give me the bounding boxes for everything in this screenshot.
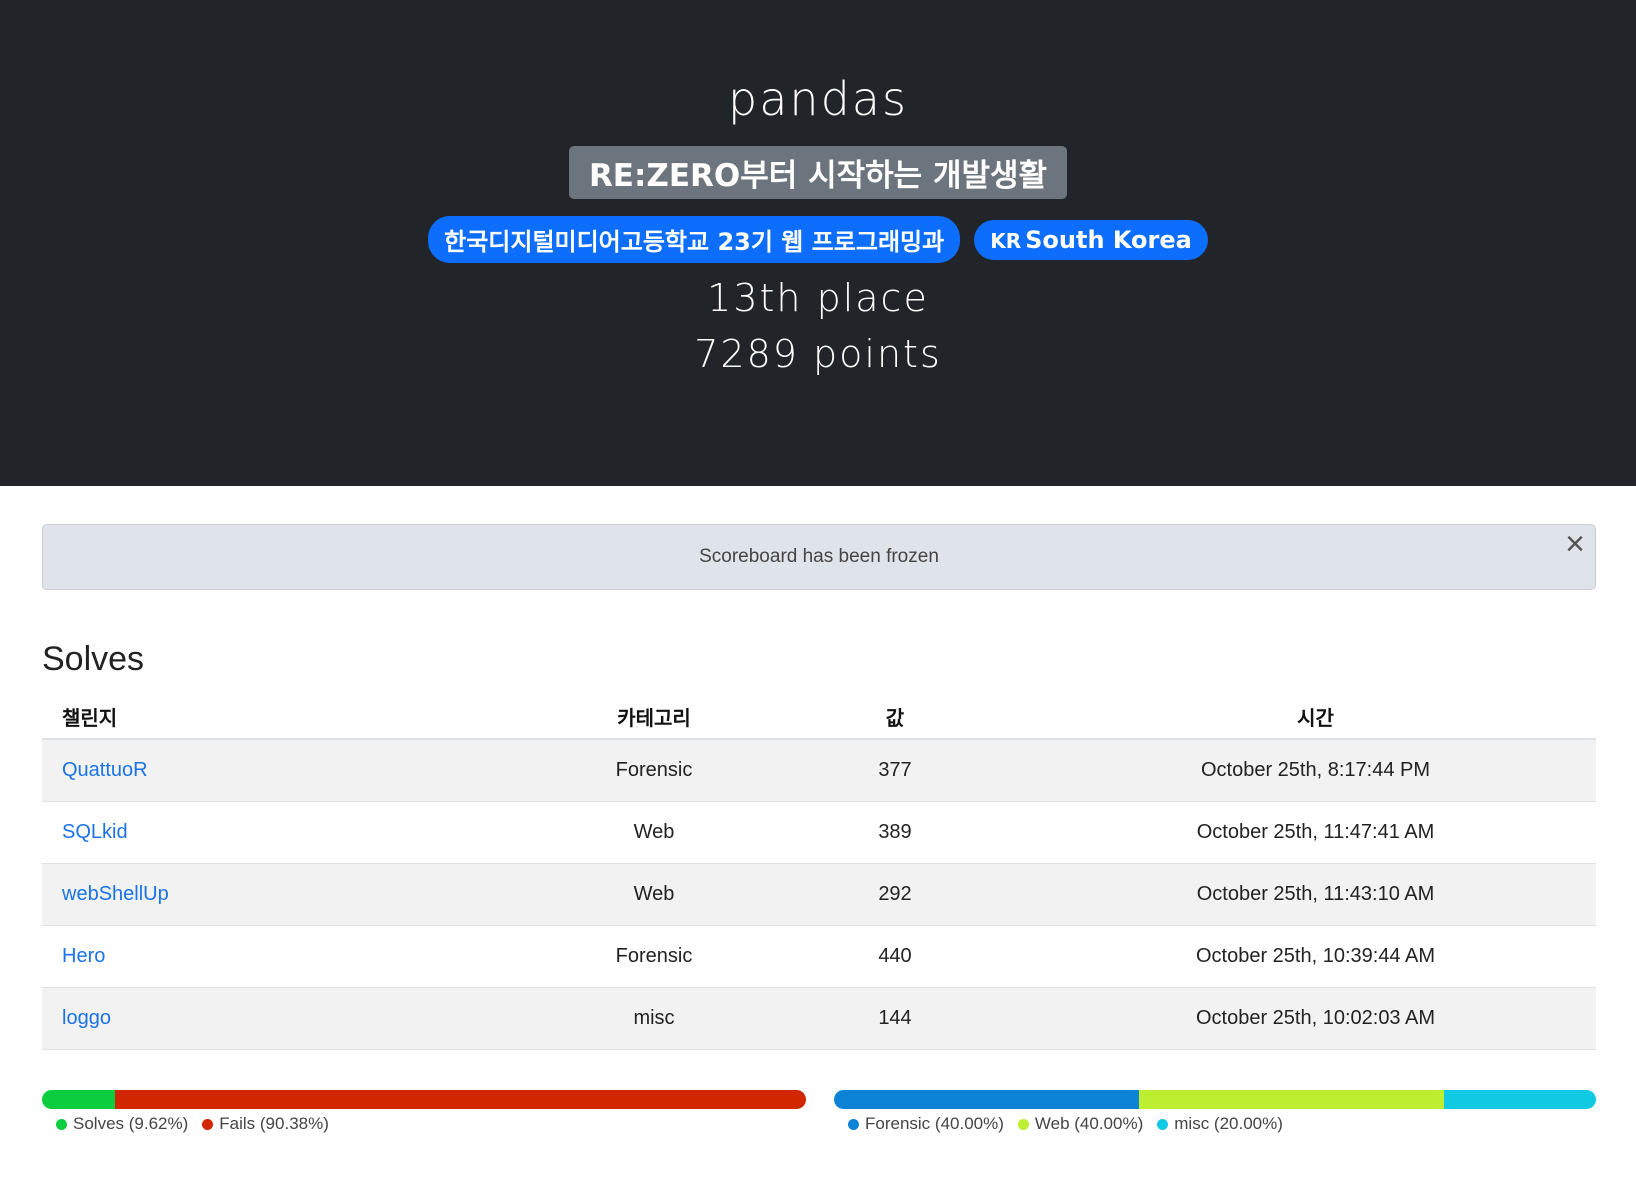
table-row: SQLkid Web 389 October 25th, 11:47:41 AM (42, 801, 1596, 864)
challenge-link[interactable]: Hero (62, 945, 105, 967)
value-cell: 144 (755, 987, 1035, 1050)
time-cell: October 25th, 11:43:10 AM (1035, 863, 1596, 926)
table-row: QuattuoR Forensic 377 October 25th, 8:17… (42, 739, 1596, 802)
team-points: 7289 points (694, 332, 942, 376)
table-header-row: 챌린지 카테고리 값 시간 (42, 694, 1596, 740)
category-breakdown-bar (834, 1090, 1596, 1109)
country-badge: KR South Korea (974, 219, 1208, 260)
legend-label: Fails (90.38%) (219, 1114, 329, 1133)
header-challenge: 챌린지 (42, 694, 553, 740)
time-cell: October 25th, 10:39:44 AM (1035, 925, 1596, 988)
solves-heading: Solves (42, 640, 145, 678)
frozen-alert: Scoreboard has been frozen × (42, 524, 1596, 590)
school-badge: 한국디지털미디어고등학교 23기 웹 프로그래밍과 (428, 216, 961, 263)
category-cell: Web (553, 863, 755, 926)
time-cell: October 25th, 11:47:41 AM (1035, 801, 1596, 864)
legend-item[interactable]: Fails (90.38%) (202, 1114, 329, 1134)
legend-label: misc (20.00%) (1174, 1114, 1283, 1133)
value-cell: 377 (755, 739, 1035, 802)
legend-dot-icon (848, 1118, 859, 1130)
value-cell: 292 (755, 863, 1035, 926)
category-bar-segment (1443, 1090, 1596, 1109)
challenge-link[interactable]: SQLkid (62, 821, 128, 843)
header-category: 카테고리 (553, 694, 755, 740)
legend-item[interactable]: Forensic (40.00%) (848, 1114, 1004, 1134)
header-time: 시간 (1035, 694, 1596, 740)
team-name: pandas (728, 72, 908, 126)
legend-label: Web (40.00%) (1034, 1114, 1144, 1133)
header-value: 값 (755, 694, 1035, 740)
country-flag-icon: KR (990, 228, 1022, 253)
team-affiliation-badge: RE:ZERO부터 시작하는 개발생활 (568, 146, 1068, 199)
legend-item[interactable]: misc (20.00%) (1157, 1114, 1283, 1134)
legend-dot-icon (1157, 1118, 1169, 1130)
category-cell: Forensic (553, 739, 755, 802)
table-row: loggo misc 144 October 25th, 10:02:03 AM (42, 987, 1596, 1050)
legend-dot-icon (202, 1118, 214, 1130)
solve-bar-segment (115, 1090, 806, 1109)
solve-bar-segment (42, 1090, 116, 1109)
category-cell: misc (553, 987, 755, 1050)
team-place: 13th place (707, 276, 929, 320)
solves-table: 챌린지 카테고리 값 시간 QuattuoR Forensic 377 Octo… (42, 694, 1596, 1050)
legend-item[interactable]: Solves (9.62%) (56, 1114, 188, 1134)
category-cell: Forensic (553, 925, 755, 988)
legend-label: Forensic (40.00%) (865, 1114, 1004, 1133)
close-icon[interactable]: × (1565, 527, 1585, 561)
alert-message: Scoreboard has been frozen (699, 546, 939, 567)
category-bar-segment (834, 1090, 1139, 1109)
team-header: pandas RE:ZERO부터 시작하는 개발생활 한국디지털미디어고등학교 … (0, 0, 1636, 486)
solve-percentage-legend: Solves (9.62%) Fails (90.38%) (56, 1114, 329, 1134)
time-cell: October 25th, 8:17:44 PM (1035, 739, 1596, 802)
legend-dot-icon (1017, 1118, 1029, 1130)
time-cell: October 25th, 10:02:03 AM (1035, 987, 1596, 1050)
value-cell: 440 (755, 925, 1035, 988)
category-breakdown-legend: Forensic (40.00%) Web (40.00%) misc (20.00… (848, 1114, 1283, 1134)
value-cell: 389 (755, 801, 1035, 864)
category-cell: Web (553, 801, 755, 864)
legend-label: Solves (9.62%) (73, 1114, 189, 1133)
table-row: webShellUp Web 292 October 25th, 11:43:1… (42, 863, 1596, 926)
solve-percentage-bar (42, 1090, 806, 1109)
table-row: Hero Forensic 440 October 25th, 10:39:44… (42, 925, 1596, 988)
legend-item[interactable]: Web (40.00%) (1017, 1114, 1144, 1134)
country-name: South Korea (1025, 225, 1192, 254)
challenge-link[interactable]: QuattuoR (62, 759, 148, 781)
challenge-link[interactable]: webShellUp (62, 883, 169, 905)
legend-dot-icon (56, 1118, 67, 1130)
category-bar-segment (1138, 1090, 1444, 1109)
challenge-link[interactable]: loggo (62, 1007, 111, 1029)
